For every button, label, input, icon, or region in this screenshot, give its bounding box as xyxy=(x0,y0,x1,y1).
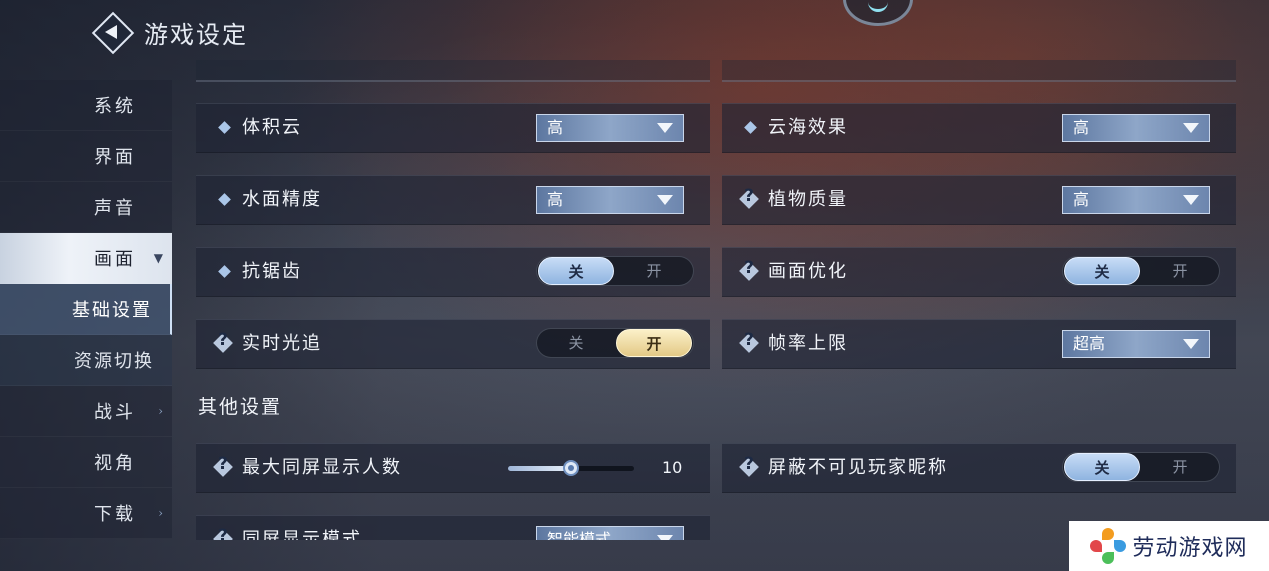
toggle-on-option[interactable]: 开 xyxy=(1142,453,1218,481)
cloud-sea-dropdown[interactable]: 高 xyxy=(1062,114,1210,142)
row-divider xyxy=(722,60,1236,82)
setting-row-water-precision: 水面精度 高 xyxy=(196,175,710,225)
chevron-right-icon: › xyxy=(158,506,166,520)
pinwheel-logo-icon xyxy=(1090,528,1127,564)
watermark: 劳动游戏网 xyxy=(1069,521,1269,571)
row-divider xyxy=(196,60,710,82)
sidebar-item-resource-switch[interactable]: 资源切换 xyxy=(0,335,172,386)
chevron-down-icon: ▼ xyxy=(153,251,166,265)
sidebar-item-basic-settings[interactable]: 基础设置 xyxy=(0,284,172,335)
toggle-off-option[interactable]: 关 xyxy=(1064,257,1140,285)
help-question-icon[interactable]: ? xyxy=(212,330,234,354)
sidebar-item-label: 画面 xyxy=(94,249,136,270)
setting-label: 帧率上限 xyxy=(768,333,848,354)
triangle-down-icon xyxy=(1183,195,1199,205)
section-title-other-settings: 其他设置 xyxy=(198,396,283,418)
sidebar-item-label: 下载 xyxy=(94,504,136,525)
toggle-on-option[interactable]: 开 xyxy=(616,329,692,357)
setting-label: 体积云 xyxy=(242,117,302,138)
sidebar-item-label: 战斗 xyxy=(94,402,136,423)
diamond-bullet-icon xyxy=(218,193,231,206)
ray-tracing-toggle[interactable]: 关 开 xyxy=(536,328,694,358)
dropdown-value: 高 xyxy=(1073,118,1090,137)
max-players-slider[interactable] xyxy=(508,460,634,476)
page-title: 游戏设定 xyxy=(144,20,248,49)
sidebar-item-combat[interactable]: 战斗 › xyxy=(0,386,172,437)
setting-row-frame-rate: ? 帧率上限 超高 xyxy=(722,319,1236,369)
slider-handle[interactable] xyxy=(563,460,579,476)
display-mode-dropdown[interactable]: 智能模式 xyxy=(536,526,684,540)
slider-fill xyxy=(508,466,571,471)
setting-row-ray-tracing: ? 实时光追 关 开 xyxy=(196,319,710,369)
toggle-on-option[interactable]: 开 xyxy=(616,257,692,285)
help-question-icon[interactable]: ? xyxy=(738,330,760,354)
setting-label: 植物质量 xyxy=(768,189,848,210)
toggle-off-option[interactable]: 关 xyxy=(538,257,614,285)
page-header: 游戏设定 xyxy=(91,10,248,55)
dropdown-value: 超高 xyxy=(1073,334,1106,353)
setting-label: 云海效果 xyxy=(768,117,848,138)
sidebar: 系统 界面 声音 画面 ▼ 基础设置 资源切换 战斗 › 视角 下载 › xyxy=(0,80,172,539)
sidebar-item-label: 视角 xyxy=(94,453,136,474)
sidebar-item-label: 声音 xyxy=(94,198,136,219)
volumetric-clouds-dropdown[interactable]: 高 xyxy=(536,114,684,142)
dropdown-value: 高 xyxy=(547,190,564,209)
triangle-down-icon xyxy=(1183,339,1199,349)
setting-row-plant-quality: ? 植物质量 高 xyxy=(722,175,1236,225)
setting-label: 实时光追 xyxy=(242,333,322,354)
setting-row-picture-optimization: ? 画面优化 关 开 xyxy=(722,247,1236,297)
sidebar-item-download[interactable]: 下载 › xyxy=(0,488,172,539)
back-diamond-icon[interactable] xyxy=(91,11,135,55)
sidebar-item-interface[interactable]: 界面 xyxy=(0,131,172,182)
sidebar-item-label: 界面 xyxy=(94,147,136,168)
setting-label: 最大同屏显示人数 xyxy=(242,457,402,478)
setting-row-hide-nicknames: ? 屏蔽不可见玩家昵称 关 开 xyxy=(722,443,1236,493)
setting-row-volumetric-clouds: 体积云 高 xyxy=(196,103,710,153)
plant-quality-dropdown[interactable]: 高 xyxy=(1062,186,1210,214)
sidebar-item-label: 系统 xyxy=(94,96,136,117)
settings-list: 体积云 高 云海效果 高 水面精度 高 ? 植物质量 高 抗锯齿 关 开 ? 画… xyxy=(196,60,1236,540)
setting-row-cloud-sea: 云海效果 高 xyxy=(722,103,1236,153)
sidebar-item-system[interactable]: 系统 xyxy=(0,80,172,131)
diamond-bullet-icon xyxy=(218,265,231,278)
frame-rate-dropdown[interactable]: 超高 xyxy=(1062,330,1210,358)
sidebar-item-label: 基础设置 xyxy=(72,300,152,321)
triangle-down-icon xyxy=(657,123,673,133)
setting-label: 抗锯齿 xyxy=(242,261,302,282)
diamond-bullet-icon xyxy=(744,121,757,134)
toggle-off-option[interactable]: 关 xyxy=(538,329,614,357)
dropdown-value: 高 xyxy=(1073,190,1090,209)
slider-value: 10 xyxy=(662,458,683,477)
toggle-on-option[interactable]: 开 xyxy=(1142,257,1218,285)
picture-optimization-toggle[interactable]: 关 开 xyxy=(1062,256,1220,286)
water-precision-dropdown[interactable]: 高 xyxy=(536,186,684,214)
help-question-icon[interactable]: ? xyxy=(738,258,760,282)
setting-label: 同屏显示模式 xyxy=(242,529,362,540)
setting-row-max-players: ? 最大同屏显示人数 10 xyxy=(196,443,710,493)
toggle-off-option[interactable]: 关 xyxy=(1064,453,1140,481)
help-question-icon[interactable]: ? xyxy=(738,454,760,478)
setting-label: 水面精度 xyxy=(242,189,322,210)
help-question-icon[interactable]: ? xyxy=(738,186,760,210)
setting-row-display-mode: ? 同屏显示模式 智能模式 xyxy=(196,515,710,540)
setting-label: 屏蔽不可见玩家昵称 xyxy=(768,457,948,478)
diamond-bullet-icon xyxy=(218,121,231,134)
sidebar-item-graphics[interactable]: 画面 ▼ xyxy=(0,233,172,284)
sidebar-item-camera[interactable]: 视角 xyxy=(0,437,172,488)
dropdown-value: 智能模式 xyxy=(547,530,612,540)
sidebar-item-sound[interactable]: 声音 xyxy=(0,182,172,233)
setting-row-anti-aliasing: 抗锯齿 关 开 xyxy=(196,247,710,297)
triangle-down-icon xyxy=(657,195,673,205)
dropdown-value: 高 xyxy=(547,118,564,137)
anti-aliasing-toggle[interactable]: 关 开 xyxy=(536,256,694,286)
triangle-down-icon xyxy=(1183,123,1199,133)
setting-label: 画面优化 xyxy=(768,261,848,282)
chevron-right-icon: › xyxy=(158,404,166,418)
help-question-icon[interactable]: ? xyxy=(212,454,234,478)
hide-nicknames-toggle[interactable]: 关 开 xyxy=(1062,452,1220,482)
sidebar-item-label: 资源切换 xyxy=(74,351,154,372)
watermark-text: 劳动游戏网 xyxy=(1132,536,1248,561)
help-question-icon[interactable]: ? xyxy=(212,526,234,540)
triangle-down-icon xyxy=(657,535,673,540)
